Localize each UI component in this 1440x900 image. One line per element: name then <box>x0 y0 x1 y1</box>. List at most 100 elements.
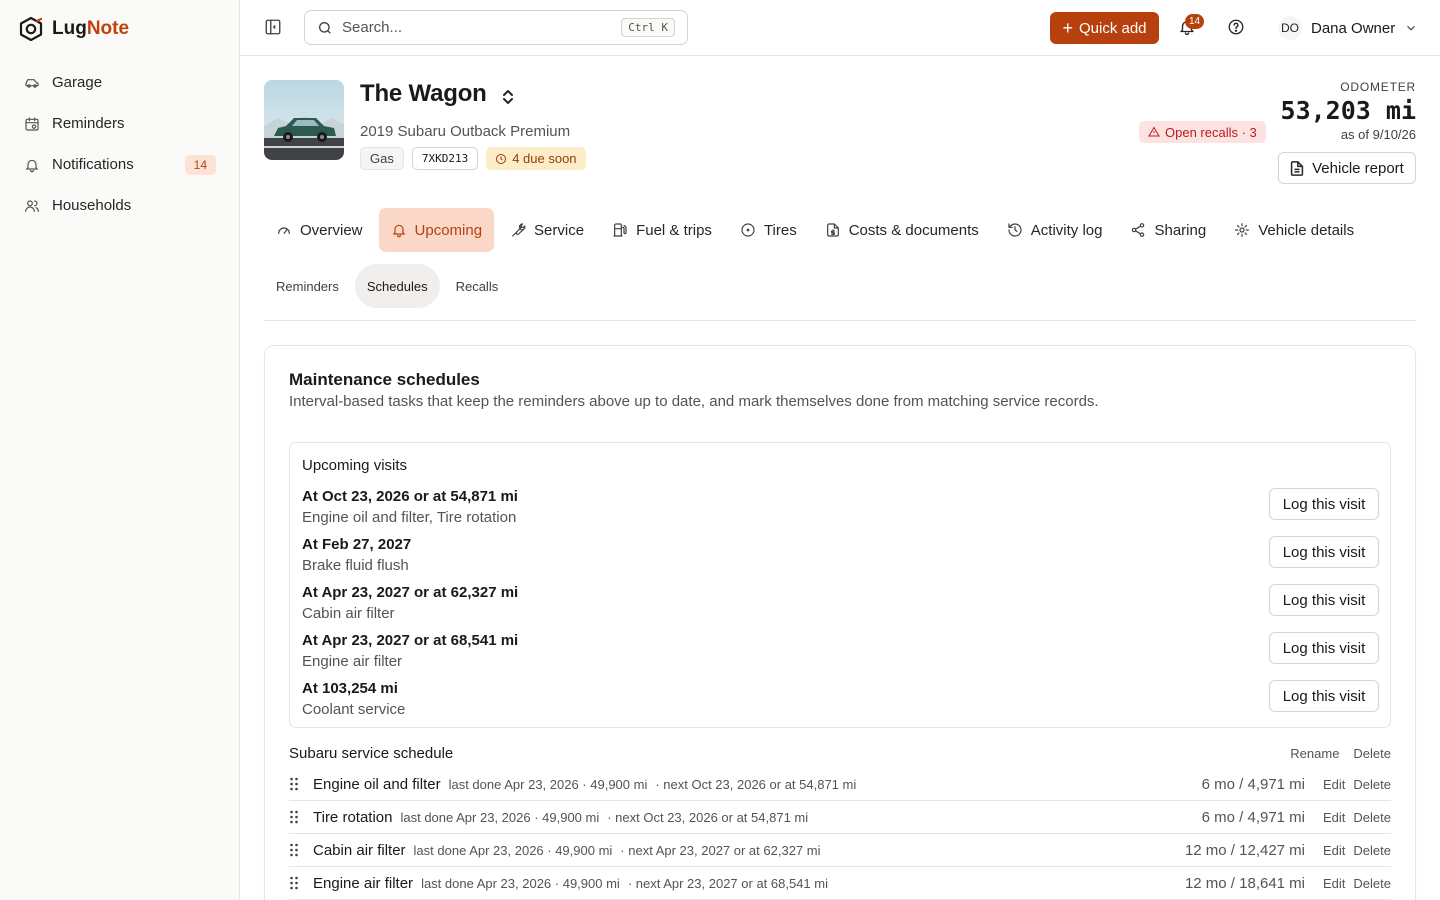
odometer-label: ODOMETER <box>1340 80 1416 94</box>
tab-label: Vehicle details <box>1258 221 1355 239</box>
table-row: Engine air filter last done Apr 23, 2026… <box>289 867 1391 900</box>
log-visit-button[interactable]: Log this visit <box>1269 488 1379 520</box>
tab-vehicle-details[interactable]: Vehicle details <box>1222 208 1366 252</box>
user-menu[interactable]: DO Dana Owner <box>1278 12 1418 44</box>
visit-item: At Oct 23, 2026 or at 54,871 mi Engine o… <box>302 488 1379 536</box>
table-row: Cabin air filter last done Apr 23, 2026 … <box>289 834 1391 867</box>
delete-task-button[interactable]: Delete <box>1353 777 1391 792</box>
tab-upcoming[interactable]: Upcoming <box>378 208 495 252</box>
sidebar-item-label: Reminders <box>52 115 125 132</box>
tab-activity-log[interactable]: Activity log <box>995 208 1115 252</box>
task-name: Engine oil and filter <box>313 775 441 793</box>
sidebar-toggle-button[interactable] <box>264 18 284 38</box>
tab-overview[interactable]: Overview <box>264 208 375 252</box>
task-interval: 12 mo / 18,641 mi <box>1184 874 1306 892</box>
car-icon <box>25 78 39 88</box>
visit-tasks: Engine air filter <box>302 653 403 670</box>
edit-task-button[interactable]: Edit <box>1323 843 1345 858</box>
task-name: Tire rotation <box>313 808 393 826</box>
tab-label: Upcoming <box>414 221 483 239</box>
drag-handle[interactable] <box>289 777 313 791</box>
search-box[interactable]: Ctrl K <box>304 10 688 45</box>
vehicle-tabs: Overview Upcoming Service Fuel & trips T… <box>264 208 1370 252</box>
vehicle-report-button[interactable]: Vehicle report <box>1278 152 1416 184</box>
delete-task-button[interactable]: Delete <box>1353 843 1391 858</box>
subtab-reminders[interactable]: Reminders <box>264 264 351 308</box>
divider <box>264 320 1416 321</box>
maintenance-schedules-card: Maintenance schedules Interval-based tas… <box>264 345 1416 900</box>
wrench-icon <box>512 223 526 237</box>
subtab-schedules[interactable]: Schedules <box>354 264 440 308</box>
visit-due: At Apr 23, 2027 or at 62,327 mi <box>302 584 519 601</box>
vehicle-photo <box>264 80 344 160</box>
search-shortcut-hint: Ctrl K <box>621 18 675 37</box>
help-circle-icon <box>1228 19 1244 35</box>
visit-tasks: Coolant service <box>302 701 406 718</box>
visit-item: At Apr 23, 2027 or at 62,327 mi Cabin ai… <box>302 584 1379 632</box>
tab-label: Activity log <box>1030 221 1103 239</box>
grip-vertical-icon <box>290 810 298 824</box>
task-interval: 6 mo / 4,971 mi <box>1201 775 1306 793</box>
chevron-down-icon <box>1407 25 1416 31</box>
bell-icon <box>392 224 405 238</box>
schedule-name: Subaru service schedule <box>289 745 454 762</box>
log-visit-button[interactable]: Log this visit <box>1269 680 1379 712</box>
edit-task-button[interactable]: Edit <box>1323 876 1345 891</box>
drag-handle[interactable] <box>289 843 313 857</box>
tab-sharing[interactable]: Sharing <box>1118 208 1218 252</box>
gauge-icon <box>278 227 290 234</box>
search-input[interactable] <box>342 19 613 36</box>
task-last-done: last done Apr 23, 2026 · 49,900 mi <box>413 842 613 858</box>
tab-tires[interactable]: Tires <box>728 208 809 252</box>
sidebar-item-households[interactable]: Households <box>12 185 228 226</box>
delete-task-button[interactable]: Delete <box>1353 876 1391 891</box>
sidebar-item-label: Garage <box>52 74 103 91</box>
fuel-icon <box>613 223 627 237</box>
drag-handle[interactable] <box>289 810 313 824</box>
sidebar-item-notifications[interactable]: Notifications 14 <box>12 144 228 185</box>
visit-due: At Oct 23, 2026 or at 54,871 mi <box>302 488 518 505</box>
vehicle-switcher-button[interactable] <box>501 89 517 105</box>
rename-schedule-button[interactable]: Rename <box>1290 746 1339 761</box>
due-soon-badge[interactable]: 4 due soon <box>486 147 586 170</box>
drag-handle[interactable] <box>289 876 313 890</box>
app-logo[interactable]: LugNote <box>18 16 129 42</box>
tab-label: Costs & documents <box>848 221 979 239</box>
edit-task-button[interactable]: Edit <box>1323 777 1345 792</box>
task-next-due: · next Oct 23, 2026 or at 54,871 mi <box>607 809 809 825</box>
help-button[interactable] <box>1227 18 1247 38</box>
visit-item: At Apr 23, 2027 or at 68,541 mi Engine a… <box>302 632 1379 680</box>
bell-icon <box>26 159 38 172</box>
table-row: Tire rotation last done Apr 23, 2026 · 4… <box>289 801 1391 834</box>
delete-task-button[interactable]: Delete <box>1353 810 1391 825</box>
notifications-badge: 14 <box>1185 14 1205 29</box>
app-name-part2: Note <box>86 18 130 39</box>
open-recalls-badge[interactable]: Open recalls · 3 <box>1139 121 1266 143</box>
odometer-value: 53,203 mi <box>1280 96 1416 125</box>
log-visit-button[interactable]: Log this visit <box>1269 584 1379 616</box>
task-name: Engine air filter <box>313 874 414 892</box>
task-last-done: last done Apr 23, 2026 · 49,900 mi <box>421 875 620 891</box>
sidebar-item-reminders[interactable]: Reminders <box>12 103 228 144</box>
sidebar-item-garage[interactable]: Garage <box>12 62 228 103</box>
sidebar-nav: Garage Reminders Notifications 14 Househ… <box>12 62 228 226</box>
log-visit-button[interactable]: Log this visit <box>1269 536 1379 568</box>
tab-label: Service <box>534 221 585 239</box>
log-visit-button[interactable]: Log this visit <box>1269 632 1379 664</box>
task-interval: 6 mo / 4,971 mi <box>1201 808 1306 826</box>
tab-fuel-trips[interactable]: Fuel & trips <box>600 208 724 252</box>
app-name-part1: Lug <box>52 18 87 39</box>
history-icon <box>1008 223 1022 237</box>
plus-icon: + <box>1062 18 1073 38</box>
tab-costs-documents[interactable]: Costs & documents <box>813 208 991 252</box>
tab-service[interactable]: Service <box>498 208 596 252</box>
quick-add-button[interactable]: + Quick add <box>1050 12 1159 44</box>
edit-task-button[interactable]: Edit <box>1323 810 1345 825</box>
license-plate-badge: 7XKD213 <box>411 147 479 170</box>
users-icon <box>25 199 39 212</box>
upcoming-visits-title: Upcoming visits <box>302 457 408 474</box>
subtab-recalls[interactable]: Recalls <box>444 264 511 308</box>
file-dollar-icon <box>826 223 839 237</box>
visit-due: At Apr 23, 2027 or at 68,541 mi <box>302 632 519 649</box>
delete-schedule-button[interactable]: Delete <box>1353 746 1391 761</box>
